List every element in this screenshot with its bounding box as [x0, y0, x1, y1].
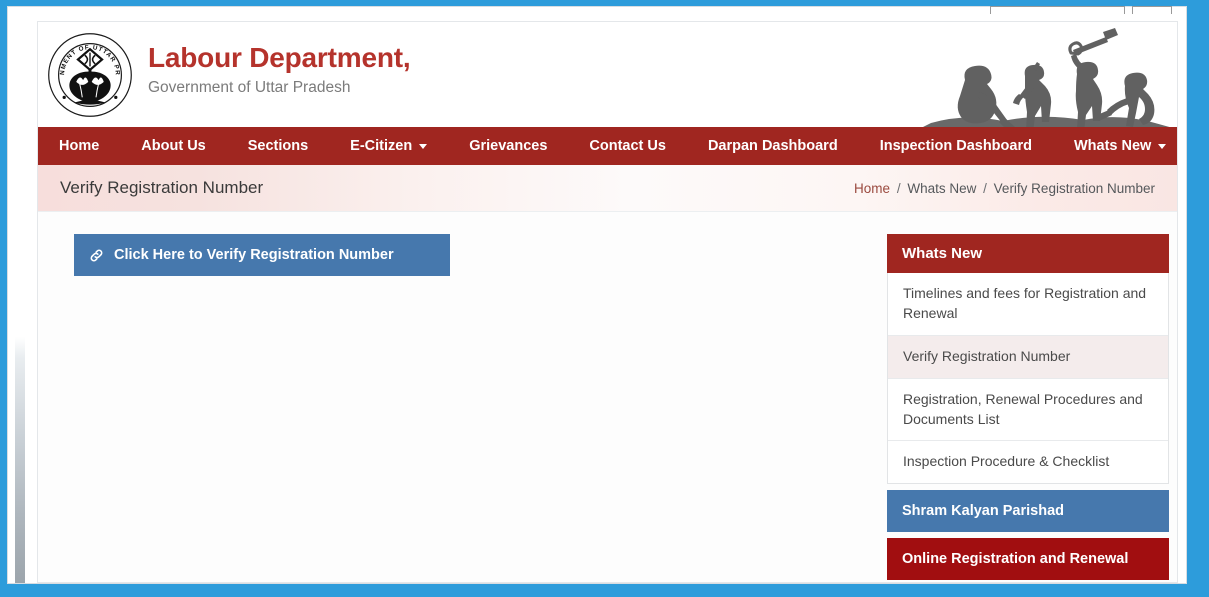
chevron-down-icon — [1158, 143, 1167, 149]
nav-item-contact-us[interactable]: Contact Us — [568, 127, 687, 165]
whats-new-list: Timelines and fees for Registration and … — [887, 273, 1169, 485]
nav-item-whats-new[interactable]: Whats New — [1053, 127, 1177, 165]
page-title-bar: Verify Registration Number Home / Whats … — [38, 165, 1177, 212]
breadcrumb-whats-new[interactable]: Whats New — [907, 181, 976, 196]
nav-label: E-Citizen — [350, 138, 413, 154]
online-registration-and-renewal-button[interactable]: Online Registration and Renewal — [887, 538, 1169, 581]
nav-item-e-citizen[interactable]: E-Citizen — [329, 127, 448, 165]
chevron-down-icon — [419, 143, 428, 149]
page-frame: GOVERNMENT OF UTTAR PRADESH — [7, 6, 1187, 584]
breadcrumb: Home / Whats New / Verify Registration N… — [854, 181, 1155, 196]
content-area: Click Here to Verify Registration Number… — [38, 212, 1177, 582]
list-item-label: Timelines and fees for Registration and … — [903, 285, 1147, 321]
main-navigation: Home About Us Sections E-Citizen Grievan… — [38, 127, 1177, 165]
nav-label: Home — [59, 138, 100, 154]
nav-item-about-us[interactable]: About Us — [120, 127, 226, 165]
breadcrumb-separator: / — [983, 180, 987, 196]
nav-item-darpan-dashboard[interactable]: Darpan Dashboard — [687, 127, 859, 165]
nav-label: Grievances — [469, 138, 548, 154]
brand-block: Labour Department, Government of Uttar P… — [148, 42, 411, 98]
list-item-label: Inspection Procedure & Checklist — [903, 453, 1110, 470]
main-column: Click Here to Verify Registration Number — [60, 234, 890, 276]
list-item-label: Verify Registration Number — [903, 347, 1071, 364]
nav-label: Contact Us — [589, 138, 666, 154]
nav-label: About Us — [141, 138, 206, 154]
verify-registration-number-button[interactable]: Click Here to Verify Registration Number — [74, 234, 450, 276]
nav-item-sections[interactable]: Sections — [227, 127, 329, 165]
uttar-pradesh-state-emblem-icon: GOVERNMENT OF UTTAR PRADESH — [44, 27, 133, 118]
shram-kalyan-parishad-button[interactable]: Shram Kalyan Parishad — [887, 490, 1169, 533]
nav-item-inspection-dashboard[interactable]: Inspection Dashboard — [859, 127, 1053, 165]
nav-label: Whats New — [1073, 138, 1152, 154]
nav-item-grievances[interactable]: Grievances — [448, 127, 568, 165]
labourers-silhouette-banner — [913, 28, 1173, 127]
page-content: GOVERNMENT OF UTTAR PRADESH — [37, 21, 1178, 583]
link-chain-icon — [89, 248, 104, 263]
vertical-scrollbar[interactable] — [15, 337, 25, 583]
verify-button-label: Click Here to Verify Registration Number — [114, 247, 394, 263]
breadcrumb-separator: / — [896, 180, 901, 196]
site-subtitle: Government of Uttar Pradesh — [148, 79, 351, 97]
list-item[interactable]: Verify Registration Number — [888, 335, 1168, 379]
breadcrumb-home[interactable]: Home — [854, 181, 890, 196]
panel-bar-label: Shram Kalyan Parishad — [902, 503, 1064, 520]
list-item-label: Registration, Renewal Procedures and Doc… — [903, 390, 1143, 427]
breadcrumb-current: Verify Registration Number — [993, 180, 1155, 196]
list-item[interactable]: Registration, Renewal Procedures and Doc… — [888, 379, 1168, 442]
whats-new-panel-title: Whats New — [887, 234, 1169, 273]
nav-label: Inspection Dashboard — [879, 138, 1032, 154]
page-title: Verify Registration Number — [60, 178, 264, 197]
panel-bar-label: Online Registration and Renewal — [902, 551, 1129, 568]
list-item[interactable]: Inspection Procedure & Checklist — [888, 441, 1168, 483]
sidebar: Whats New Timelines and fees for Registr… — [887, 234, 1169, 581]
site-title: Labour Department, — [148, 42, 411, 73]
site-header: GOVERNMENT OF UTTAR PRADESH — [38, 22, 1177, 127]
list-item[interactable]: Timelines and fees for Registration and … — [888, 273, 1168, 336]
nav-item-home[interactable]: Home — [38, 127, 120, 165]
nav-label: Darpan Dashboard — [707, 138, 838, 154]
nav-label: Sections — [247, 138, 309, 154]
